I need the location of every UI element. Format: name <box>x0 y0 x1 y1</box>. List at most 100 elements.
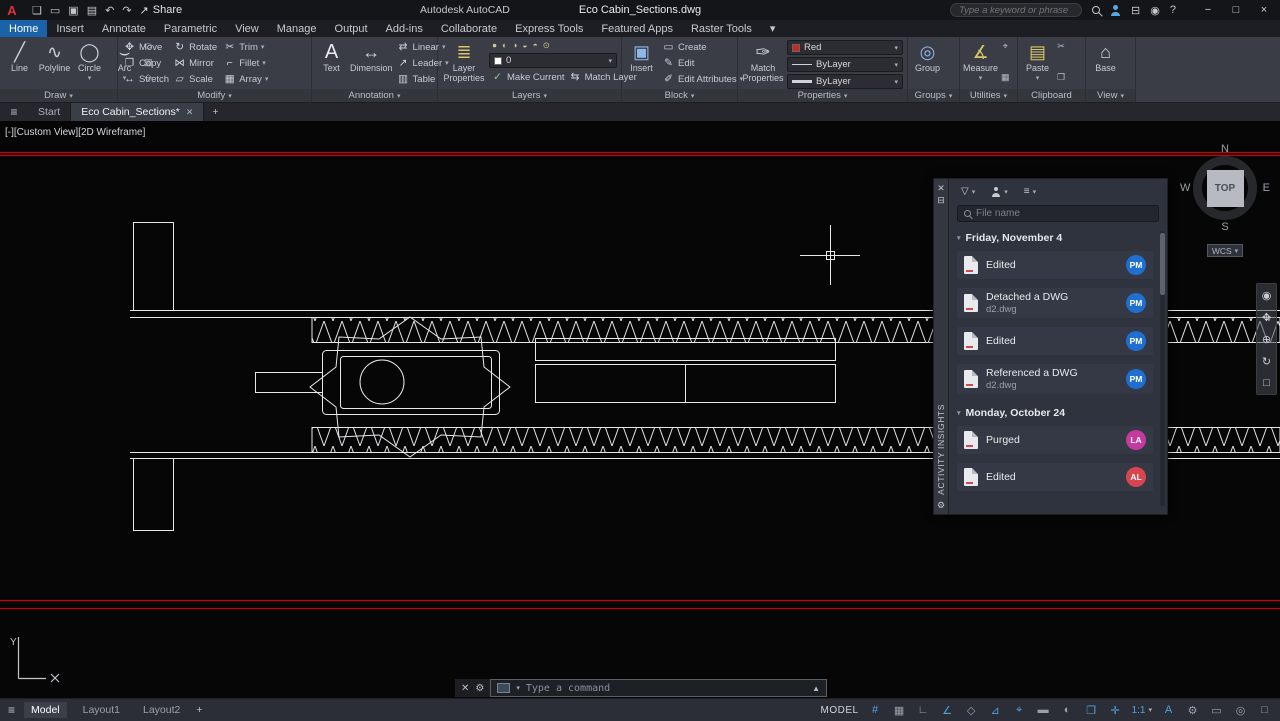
transparency-toggle[interactable]: ◐ <box>1060 704 1075 716</box>
minimize-button[interactable]: − <box>1194 4 1222 16</box>
measure-tool[interactable]: ∡Measure▾ <box>963 39 998 82</box>
panel-clipboard-label[interactable]: Clipboard <box>1018 89 1085 102</box>
move-tool[interactable]: ✥Move <box>121 39 171 55</box>
layer-isolate-icon[interactable]: ◐ <box>502 40 507 51</box>
linetype-dropdown[interactable]: ByLayer ▾ <box>787 57 903 72</box>
fillet-tool[interactable]: ⌐Fillet▾ <box>221 55 271 71</box>
trim-tool[interactable]: ✂Trim▾ <box>221 39 271 55</box>
isodraft-toggle[interactable]: ◇ <box>964 704 979 717</box>
annotation-scale-dropdown[interactable]: 1:1▾ <box>1132 705 1152 716</box>
model-tab[interactable]: Model <box>24 702 67 718</box>
object-snap-toggle[interactable]: ⌖ <box>1012 704 1027 717</box>
create-block-tool[interactable]: ▭Create <box>660 39 745 55</box>
polar-tracking-toggle[interactable]: ∠ <box>940 704 955 717</box>
activity-item[interactable]: Edited PM <box>957 327 1153 355</box>
panel-properties-label[interactable]: Properties▾ <box>738 89 907 102</box>
tab-eco-cabin-sections[interactable]: Eco Cabin_Sections* ✕ <box>71 103 204 121</box>
snap-toggle[interactable]: ▦ <box>892 704 907 717</box>
palette-close-icon[interactable]: ✕ <box>937 182 945 194</box>
command-input-field[interactable]: ▾ ▲ <box>490 679 827 697</box>
cut-icon[interactable]: ✂ <box>1057 41 1065 52</box>
ribbon-tab-express-tools[interactable]: Express Tools <box>506 20 592 37</box>
group-tool[interactable]: ◎Group <box>911 39 944 74</box>
object-snap-tracking-toggle[interactable]: ⊿ <box>988 704 1003 717</box>
viewcube-top-face[interactable]: TOP <box>1207 170 1244 207</box>
layout-menu-icon[interactable]: ≡ <box>8 703 15 717</box>
ribbon-tab-parametric[interactable]: Parametric <box>155 20 226 37</box>
help-icon[interactable]: ? <box>1170 4 1176 16</box>
ribbon-tab-manage[interactable]: Manage <box>268 20 326 37</box>
dimension-tool[interactable]: ↔Dimension <box>350 39 393 74</box>
file-name-search-input[interactable] <box>976 208 1152 219</box>
date-group-header[interactable]: ▾Friday, November 4 <box>957 228 1153 248</box>
scale-tool[interactable]: ▱Scale <box>171 71 221 87</box>
viewcube-compass-ring[interactable]: W TOP E <box>1193 156 1257 220</box>
ribbon-tab-insert[interactable]: Insert <box>47 20 93 37</box>
file-name-search[interactable] <box>957 205 1159 222</box>
base-view-tool[interactable]: ⌂Base <box>1089 39 1122 74</box>
view-options-dropdown[interactable]: ≡▾ <box>1024 186 1036 197</box>
viewcube-east[interactable]: E <box>1263 182 1270 194</box>
array-tool[interactable]: ▦Array▾ <box>221 71 271 87</box>
clean-screen-button[interactable]: □ <box>1257 704 1272 716</box>
copy-tool[interactable]: ❐Copy <box>121 55 171 71</box>
selection-cycling-toggle[interactable]: ❐ <box>1084 704 1099 717</box>
annotation-visibility-toggle[interactable]: A <box>1161 704 1176 716</box>
panel-modify-label[interactable]: Modify▾ <box>118 89 311 102</box>
cart-icon[interactable]: ⊟ <box>1131 4 1140 17</box>
lineweight-toggle[interactable]: ▬ <box>1036 704 1051 716</box>
activity-item[interactable]: Edited PM <box>957 251 1153 279</box>
user-filter-dropdown[interactable]: ▾ <box>991 187 1008 197</box>
layer-freeze-icon[interactable]: ◑ <box>512 40 517 51</box>
orbit-icon[interactable]: ↻ <box>1262 355 1271 368</box>
ribbon-tab-view[interactable]: View <box>226 20 268 37</box>
open-file-icon[interactable]: ▭ <box>50 4 60 17</box>
layout1-tab[interactable]: Layout1 <box>76 702 127 718</box>
make-current-tool[interactable]: ✓Make Current <box>489 69 567 85</box>
file-tabs-menu-icon[interactable]: ≡ <box>0 103 28 121</box>
panel-layers-label[interactable]: Layers▾ <box>438 89 621 102</box>
panel-annotation-label[interactable]: Annotation▾ <box>312 89 437 102</box>
paste-tool[interactable]: ▤Paste▾ <box>1021 39 1054 82</box>
activity-item[interactable]: Detached a DWG d2.dwg PM <box>957 288 1153 318</box>
panel-groups-label[interactable]: Groups▾ <box>908 89 959 102</box>
full-navigation-wheel-icon[interactable]: ◉ <box>1262 289 1272 302</box>
dynamic-input-toggle[interactable]: ✛ <box>1108 704 1123 717</box>
layer-walk-icon[interactable]: ⊙ <box>543 40 550 51</box>
layer-lock-icon[interactable]: ◒ <box>522 40 527 51</box>
edit-block-tool[interactable]: ✎Edit <box>660 55 745 71</box>
grid-toggle[interactable]: # <box>868 704 883 716</box>
ribbon-options-caret[interactable]: ▾ <box>761 20 785 37</box>
viewcube-south[interactable]: S <box>1221 221 1228 233</box>
edit-attributes-tool[interactable]: ✐Edit Attributes▾ <box>660 71 745 87</box>
scrollbar-thumb[interactable] <box>1160 233 1165 295</box>
palette-autohide-icon[interactable]: ⊟ <box>937 194 945 206</box>
viewcube[interactable]: N W TOP E S WCS▾ <box>1183 143 1267 257</box>
showmotion-icon[interactable]: □ <box>1263 377 1270 389</box>
viewcube-west[interactable]: W <box>1180 182 1190 194</box>
layer-dropdown[interactable]: 0 ▾ <box>489 53 617 68</box>
pan-icon[interactable]: ✥ <box>1262 311 1271 324</box>
help-search-input[interactable] <box>950 3 1082 17</box>
workspace-switcher[interactable]: ⚙ <box>1185 704 1200 717</box>
ribbon-tab-output[interactable]: Output <box>326 20 377 37</box>
palette-properties-icon[interactable]: ⚙ <box>937 499 945 511</box>
mirror-tool[interactable]: ⋈Mirror <box>171 55 221 71</box>
stretch-tool[interactable]: ↔Stretch <box>121 71 171 87</box>
layer-off-icon[interactable]: ● <box>492 40 497 51</box>
layer-properties-tool[interactable]: ≣Layer Properties <box>441 39 487 84</box>
viewport-controls-label[interactable]: [-][Custom View][2D Wireframe] <box>5 127 145 138</box>
new-file-icon[interactable]: ❏ <box>32 4 42 17</box>
activity-item[interactable]: Edited AL <box>957 463 1153 491</box>
ribbon-tab-raster-tools[interactable]: Raster Tools <box>682 20 761 37</box>
layout2-tab[interactable]: Layout2 <box>136 702 187 718</box>
tab-start[interactable]: Start <box>28 103 71 121</box>
activity-item[interactable]: Referenced a DWG d2.dwg PM <box>957 364 1153 394</box>
redo-icon[interactable]: ↷ <box>122 4 131 17</box>
filter-dropdown[interactable]: ▽▾ <box>961 186 975 197</box>
tab-close-icon[interactable]: ✕ <box>186 107 194 118</box>
line-tool[interactable]: ╱Line <box>3 39 36 74</box>
search-icon[interactable] <box>1092 6 1100 14</box>
save-icon[interactable]: ▣ <box>68 4 78 17</box>
model-space-toggle[interactable]: MODEL <box>821 705 859 716</box>
